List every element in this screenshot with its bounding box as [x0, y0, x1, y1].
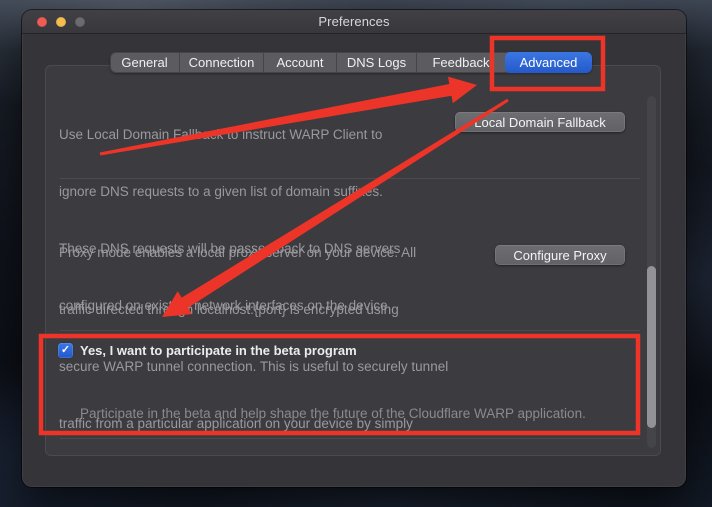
configure-proxy-button[interactable]: Configure Proxy: [495, 245, 625, 265]
titlebar: Preferences: [22, 10, 686, 34]
divider: [60, 330, 640, 331]
scrollbar-thumb[interactable]: [647, 266, 656, 428]
window-title: Preferences: [22, 14, 686, 29]
beta-description: Participate in the beta and help shape t…: [80, 369, 590, 455]
preferences-window: Preferences General Connection Account D…: [22, 10, 686, 487]
local-domain-fallback-button[interactable]: Local Domain Fallback: [455, 112, 625, 132]
divider: [60, 438, 640, 439]
divider: [60, 178, 640, 179]
screen: Preferences General Connection Account D…: [0, 0, 712, 507]
tab-general[interactable]: General: [110, 52, 180, 73]
beta-checkbox[interactable]: ✓: [58, 343, 73, 358]
tab-bar: General Connection Account DNS Logs Feed…: [110, 52, 592, 73]
scroll-area: Use Local Domain Fallback to instruct WA…: [46, 92, 660, 455]
checkmark-icon: ✓: [61, 345, 70, 356]
tab-account[interactable]: Account: [264, 52, 337, 73]
tab-advanced[interactable]: Advanced: [505, 52, 592, 73]
tab-feedback[interactable]: Feedback: [417, 52, 505, 73]
tab-connection[interactable]: Connection: [180, 52, 264, 73]
beta-checkbox-label[interactable]: Yes, I want to participate in the beta p…: [80, 343, 357, 358]
scrollbar-track[interactable]: [647, 96, 656, 448]
tab-dns-logs[interactable]: DNS Logs: [337, 52, 417, 73]
